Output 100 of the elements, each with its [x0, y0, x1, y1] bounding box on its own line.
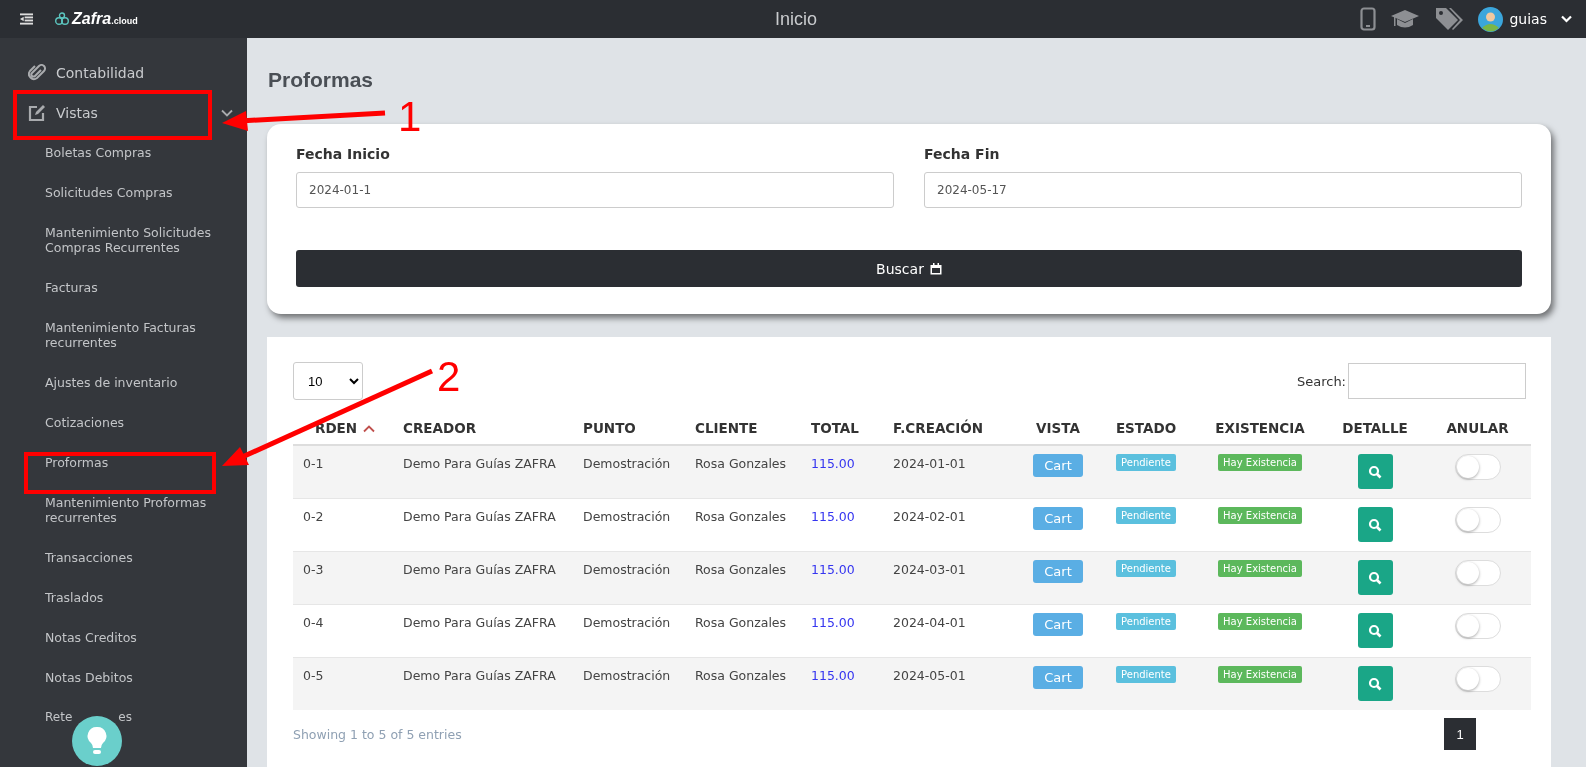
status-label: Pendiente	[1116, 666, 1176, 683]
toggle-switch[interactable]	[1454, 666, 1501, 692]
graduation-cap-icon[interactable]	[1390, 8, 1421, 30]
sidebar-item[interactable]: es	[118, 709, 132, 725]
sort-ascending-icon	[363, 425, 376, 433]
edit-icon	[28, 104, 46, 122]
annotation-number: 2	[437, 356, 461, 398]
sidebar-item[interactable]: Mantenimiento Facturas recurrentes	[45, 319, 227, 350]
table-cell: Demostración	[573, 604, 685, 658]
user-menu[interactable]: guias	[1509, 11, 1547, 27]
sidebar-item[interactable]: Notas Debitos	[45, 669, 133, 685]
chevron-down-icon[interactable]	[1561, 15, 1572, 23]
search-icon	[1368, 517, 1382, 532]
table-cell: Rosa Gonzales	[685, 498, 801, 552]
sidebar-item[interactable]: Transacciones	[45, 549, 133, 565]
sidebar-item[interactable]: Proformas	[45, 454, 109, 470]
table-cell: 2024-05-01	[883, 657, 1018, 710]
table-cell: Demostración	[573, 551, 685, 605]
phone-icon[interactable]	[1360, 7, 1377, 31]
sidebar-item[interactable]: Traslados	[45, 589, 104, 605]
sidebar-item[interactable]: Cotizaciones	[45, 414, 125, 430]
table-cell: Rosa Gonzales	[685, 551, 801, 605]
status-label: Pendiente	[1116, 507, 1176, 524]
stock-label: Hay Existencia	[1218, 507, 1302, 524]
table-cell: Demostración	[573, 498, 685, 552]
table-cell: 2024-02-01	[883, 498, 1018, 552]
status-label: Pendiente	[1116, 454, 1176, 471]
chevron-down-icon	[221, 109, 233, 117]
table-cell: 115.00	[801, 604, 883, 658]
table-cell: Demostración	[573, 657, 685, 710]
toggle-switch[interactable]	[1454, 560, 1501, 586]
sidebar-item[interactable]: Mantenimiento Proformas recurrentes	[45, 494, 227, 525]
table-cell: Demo Para Guías ZAFRA	[393, 604, 573, 658]
search-icon	[1368, 676, 1382, 691]
table-cell: Rosa Gonzales	[685, 445, 801, 499]
sidebar-section[interactable]: Vistas	[28, 104, 193, 122]
logo[interactable]: Zafra.cloud	[72, 10, 138, 28]
table-cell: 2024-04-01	[883, 604, 1018, 658]
table-cell: 115.00	[801, 657, 883, 710]
date-field[interactable]: 2024-01-1	[296, 172, 894, 208]
table-cell: Demo Para Guías ZAFRA	[393, 551, 573, 605]
table-cell: 0-2	[293, 498, 393, 552]
search-icon	[1368, 570, 1382, 585]
page-button[interactable]: 1	[1444, 718, 1476, 750]
bubbles-icon	[55, 12, 71, 26]
field-label: Fecha Fin	[924, 146, 1001, 162]
stock-label: Hay Existencia	[1218, 560, 1302, 577]
table-cell: 0-3	[293, 551, 393, 605]
toggle-switch[interactable]	[1454, 613, 1501, 639]
search-button[interactable]	[1357, 454, 1393, 489]
user-avatar[interactable]	[1478, 6, 1504, 32]
table-cell: 0-5	[293, 657, 393, 710]
sidebar-item[interactable]: Notas Creditos	[45, 629, 137, 645]
search-button[interactable]	[1357, 560, 1393, 595]
search-field[interactable]	[1348, 363, 1526, 399]
sidebar-section[interactable]: Contabilidad	[28, 64, 193, 82]
paperclip-icon	[28, 64, 46, 82]
search-button[interactable]	[1357, 507, 1393, 542]
page-header-title: Inicio	[775, 8, 817, 30]
page-title: Proformas	[267, 68, 375, 92]
stock-label: Hay Existencia	[1218, 666, 1302, 683]
table-cell: Rosa Gonzales	[685, 604, 801, 658]
table-cell: Demo Para Guías ZAFRA	[393, 498, 573, 552]
sidebar-item[interactable]: Boletas Compras	[45, 144, 152, 160]
page-size-select[interactable]: 10	[293, 362, 363, 400]
menu-icon[interactable]	[20, 13, 33, 25]
search-icon	[1368, 464, 1382, 479]
table-cell: 0-1	[293, 445, 393, 499]
table-cell: Rosa Gonzales	[685, 657, 801, 710]
toggle-switch[interactable]	[1454, 454, 1501, 480]
annotation-number: 1	[398, 96, 422, 138]
stock-label: Hay Existencia	[1218, 454, 1302, 471]
table-cell: 115.00	[801, 445, 883, 499]
status-label: Pendiente	[1116, 613, 1176, 630]
search-icon	[1368, 623, 1382, 638]
table-cell: Demo Para Guías ZAFRA	[393, 445, 573, 499]
table-cell: 2024-01-01	[883, 445, 1018, 499]
table-cell: Demo Para Guías ZAFRA	[393, 657, 573, 710]
table-cell: 2024-03-01	[883, 551, 1018, 605]
entries-info: Showing 1 to 5 of 5 entries	[293, 726, 462, 742]
sidebar-item[interactable]: Solicitudes Compras	[45, 184, 173, 200]
tags-icon[interactable]	[1434, 6, 1465, 32]
section-label: Vistas	[56, 105, 98, 121]
calendar-icon	[929, 262, 942, 275]
table-cell: Demostración	[573, 445, 685, 499]
table-cell: 0-4	[293, 604, 393, 658]
toggle-switch[interactable]	[1454, 507, 1501, 533]
stock-label: Hay Existencia	[1218, 613, 1302, 630]
section-label: Contabilidad	[56, 65, 145, 81]
sidebar-item[interactable]: Ajustes de inventario	[45, 374, 178, 390]
search-button[interactable]	[1357, 666, 1393, 701]
sidebar-item[interactable]: Mantenimiento Solicitudes Compras Recurrentes	[45, 224, 227, 255]
sidebar-item[interactable]: Rete	[45, 709, 73, 725]
date-field[interactable]: 2024-05-17	[924, 172, 1522, 208]
field-label: Fecha Inicio	[296, 146, 391, 162]
search-button[interactable]	[1357, 613, 1393, 648]
table-cell: 115.00	[801, 551, 883, 605]
sidebar-item[interactable]: Facturas	[45, 279, 98, 295]
search-button[interactable]: Buscar	[296, 250, 1522, 287]
search-label: Search:	[1296, 373, 1346, 389]
